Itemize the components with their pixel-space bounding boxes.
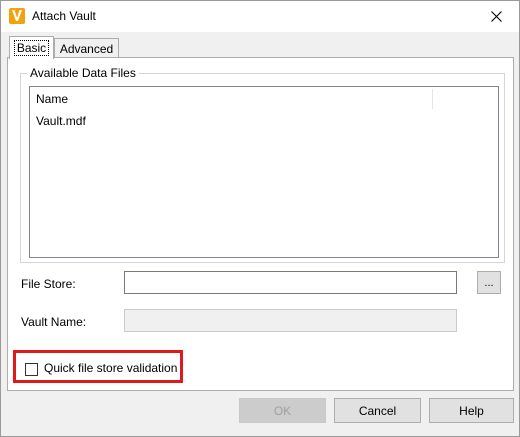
ok-button[interactable]: OK	[239, 398, 326, 423]
file-store-label: File Store:	[21, 277, 76, 291]
group-title: Available Data Files	[27, 66, 139, 80]
file-store-input[interactable]	[124, 271, 457, 294]
browse-button[interactable]: ...	[477, 271, 501, 294]
close-icon	[490, 11, 502, 22]
title-bar: Attach Vault	[1, 1, 519, 32]
column-separator[interactable]	[432, 89, 433, 109]
column-header-name[interactable]: Name	[36, 92, 68, 106]
vault-name-label: Vault Name:	[21, 315, 87, 329]
data-files-list[interactable]: Name Vault.mdf	[29, 86, 499, 258]
help-button[interactable]: Help	[429, 398, 514, 423]
cancel-button[interactable]: Cancel	[334, 398, 421, 423]
close-button[interactable]	[473, 1, 519, 32]
tab-advanced[interactable]: Advanced	[54, 38, 119, 58]
available-data-files-group: Available Data Files Name Vault.mdf	[20, 66, 505, 263]
quick-validation-highlight: Quick file store validation	[13, 350, 183, 383]
window-title: Attach Vault	[32, 9, 96, 23]
quick-validation-checkbox[interactable]	[25, 363, 38, 376]
basic-tab-panel: Available Data Files Name Vault.mdf File…	[7, 57, 514, 391]
list-header: Name	[30, 87, 498, 110]
attach-vault-dialog: Attach Vault Basic Advanced Available Da…	[0, 0, 520, 437]
list-item[interactable]: Vault.mdf	[36, 114, 86, 128]
vault-name-input[interactable]	[124, 309, 457, 332]
tab-basic[interactable]: Basic	[9, 36, 54, 59]
quick-validation-label[interactable]: Quick file store validation	[44, 361, 177, 375]
vault-app-icon	[9, 8, 25, 24]
tab-advanced-label: Advanced	[59, 41, 114, 56]
tab-basic-label: Basic	[13, 40, 50, 56]
